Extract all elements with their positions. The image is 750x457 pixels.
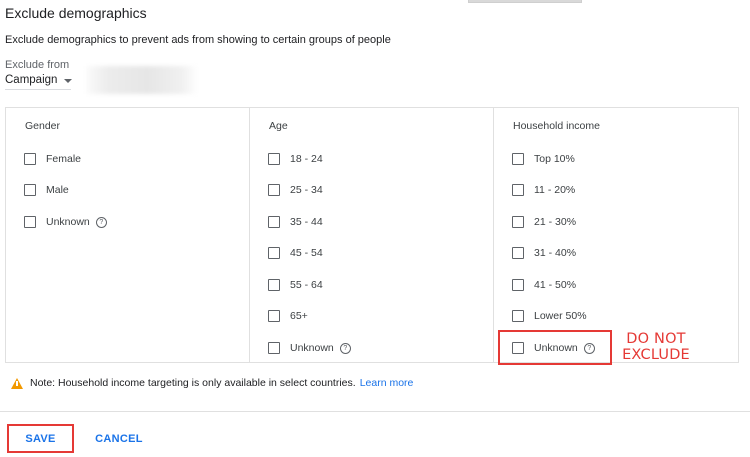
gender-option-male[interactable]: Male: [24, 182, 69, 198]
option-label: Unknown: [46, 216, 90, 228]
option-label: 11 - 20%: [534, 184, 576, 196]
gender-column-header: Gender: [25, 120, 61, 132]
checkbox[interactable]: [512, 216, 524, 228]
option-label: 31 - 40%: [534, 247, 577, 259]
caret-down-icon: [64, 78, 73, 83]
checkbox[interactable]: [268, 342, 280, 354]
income-option-41-50[interactable]: 41 - 50%: [512, 277, 576, 293]
help-circle-icon[interactable]: ?: [95, 216, 107, 228]
note-text: Note: Household income targeting is only…: [30, 377, 356, 389]
age-option-55-64[interactable]: 55 - 64: [268, 277, 323, 293]
cancel-button[interactable]: CANCEL: [88, 426, 150, 451]
annotation-line-2: EXCLUDE: [622, 347, 690, 363]
checkbox[interactable]: [268, 153, 280, 165]
top-edge-fragment: [468, 0, 582, 3]
option-label: 21 - 30%: [534, 216, 577, 228]
save-button[interactable]: SAVE: [9, 426, 72, 451]
learn-more-link[interactable]: Learn more: [360, 377, 414, 389]
option-label: 45 - 54: [290, 247, 323, 259]
column-divider: [493, 107, 494, 363]
checkbox[interactable]: [512, 153, 524, 165]
checkbox[interactable]: [24, 216, 36, 228]
option-label: Lower 50%: [534, 310, 587, 322]
age-option-unknown[interactable]: Unknown ?: [268, 340, 351, 356]
warning-triangle-icon: [11, 377, 23, 389]
option-label: Female: [46, 153, 82, 165]
checkbox[interactable]: [268, 279, 280, 291]
checkbox[interactable]: [268, 184, 280, 196]
age-column-header: Age: [269, 120, 288, 132]
gender-option-female[interactable]: Female: [24, 151, 81, 167]
checkbox[interactable]: [512, 310, 524, 322]
redacted-field: [86, 66, 198, 94]
annotation-text: DO NOT EXCLUDE: [616, 331, 696, 363]
option-label: 18 - 24: [290, 153, 323, 165]
age-option-18-24[interactable]: 18 - 24: [268, 151, 323, 167]
column-divider: [249, 107, 250, 363]
age-option-25-34[interactable]: 25 - 34: [268, 182, 323, 198]
checkbox[interactable]: [268, 247, 280, 259]
option-label: 25 - 34: [290, 184, 323, 196]
option-label: Male: [46, 184, 69, 196]
checkbox[interactable]: [268, 310, 280, 322]
age-option-65-plus[interactable]: 65+: [268, 308, 308, 324]
exclude-from-select[interactable]: Campaign: [5, 71, 73, 90]
age-option-35-44[interactable]: 35 - 44: [268, 214, 323, 230]
option-label: Top 10%: [534, 153, 575, 165]
option-label: 35 - 44: [290, 216, 323, 228]
option-label: 55 - 64: [290, 279, 323, 291]
option-label: 65+: [290, 310, 308, 322]
page-title: Exclude demographics: [5, 5, 147, 21]
exclude-from-label: Exclude from: [5, 59, 70, 71]
help-circle-icon[interactable]: ?: [339, 342, 351, 354]
checkbox[interactable]: [512, 184, 524, 196]
option-label: 41 - 50%: [534, 279, 577, 291]
demographics-panel: [5, 107, 739, 363]
income-option-top-10[interactable]: Top 10%: [512, 151, 575, 167]
age-option-45-54[interactable]: 45 - 54: [268, 245, 323, 261]
checkbox[interactable]: [268, 216, 280, 228]
annotation-highlight-unknown-income: [498, 330, 612, 365]
income-option-21-30[interactable]: 21 - 30%: [512, 214, 576, 230]
checkbox[interactable]: [512, 279, 524, 291]
income-column-header: Household income: [513, 120, 600, 132]
income-option-11-20[interactable]: 11 - 20%: [512, 182, 575, 198]
footer-divider: [0, 411, 750, 412]
page-description: Exclude demographics to prevent ads from…: [5, 34, 391, 46]
income-option-31-40[interactable]: 31 - 40%: [512, 245, 576, 261]
annotation-line-1: DO NOT: [626, 331, 686, 347]
option-label: Unknown: [290, 342, 334, 354]
gender-option-unknown[interactable]: Unknown ?: [24, 214, 107, 230]
income-note: Note: Household income targeting is only…: [11, 377, 413, 389]
checkbox[interactable]: [24, 184, 36, 196]
exclude-from-value: Campaign: [5, 74, 58, 86]
checkbox[interactable]: [24, 153, 36, 165]
checkbox[interactable]: [512, 247, 524, 259]
income-option-lower-50[interactable]: Lower 50%: [512, 308, 587, 324]
